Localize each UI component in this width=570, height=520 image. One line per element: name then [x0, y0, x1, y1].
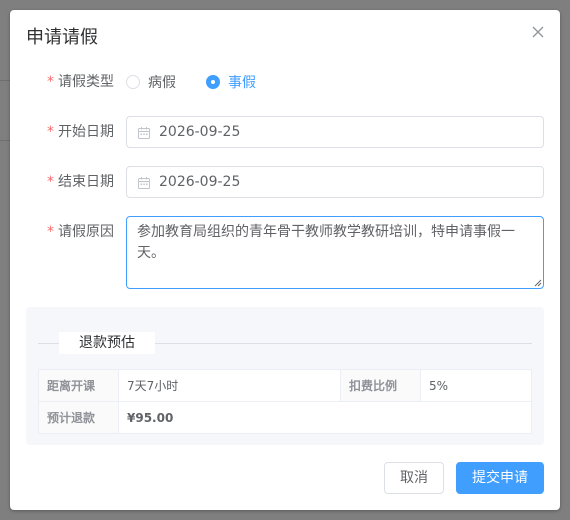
reason-row: * 请假原因 参加教育局组织的青年骨干教师教学教研培训，特申请事假一天。 [10, 216, 560, 289]
fee-rate-value: 5% [420, 369, 532, 402]
dialog-title: 申请请假 [26, 27, 98, 48]
refund-row-label: 扣费比例 [340, 369, 421, 402]
leave-type-row: * 请假类型 病假 事假 [10, 66, 560, 98]
reason-textarea[interactable]: 参加教育局组织的青年骨干教师教学教研培训，特申请事假一天。 [126, 216, 544, 289]
end-date-label: * 结束日期 [10, 166, 114, 198]
radio-sick-leave-label: 病假 [148, 75, 176, 91]
submit-button[interactable]: 提交申请 [456, 462, 544, 494]
leave-type-label-text: 请假类型 [58, 74, 114, 90]
background-divider [0, 140, 10, 141]
start-date-row: * 开始日期 2026-09-25 [10, 116, 560, 148]
reason-text: 参加教育局组织的青年骨干教师教学教研培训，特申请事假一天。 [137, 224, 515, 261]
start-date-picker[interactable]: 2026-09-25 [126, 116, 544, 148]
start-date-label-text: 开始日期 [58, 124, 114, 140]
estimated-refund-value: ¥95.00 [118, 401, 532, 434]
start-date-label: * 开始日期 [10, 116, 114, 148]
end-date-label-text: 结束日期 [58, 174, 114, 190]
radio-personal-leave[interactable]: 事假 [206, 72, 256, 92]
cancel-button[interactable]: 取消 [384, 462, 444, 494]
calendar-icon [137, 176, 151, 190]
leave-request-dialog: 申请请假 * 请假类型 病假 事假 * 开始日期 2026-09-25 * 结束… [10, 10, 560, 510]
end-date-picker[interactable]: 2026-09-25 [126, 166, 544, 198]
refund-table: 距离开课 7天7小时 扣费比例 5% 预计退款 ¥95.00 [38, 369, 532, 434]
radio-sick-leave[interactable]: 病假 [126, 72, 176, 92]
refund-row-label: 预计退款 [38, 401, 119, 434]
leave-type-label: * 请假类型 [10, 66, 114, 98]
radio-personal-leave-label: 事假 [228, 75, 256, 91]
required-mark: * [47, 74, 54, 90]
close-button[interactable] [530, 24, 546, 40]
required-mark: * [47, 124, 54, 140]
end-date-row: * 结束日期 2026-09-25 [10, 166, 560, 198]
end-date-value: 2026-09-25 [159, 174, 241, 190]
reason-label-text: 请假原因 [58, 224, 114, 240]
radio-circle [126, 75, 140, 89]
required-mark: * [47, 224, 54, 240]
refund-title: 退款预估 [59, 332, 155, 354]
reason-label: * 请假原因 [10, 216, 114, 248]
close-icon [532, 26, 544, 38]
time-to-class-value: 7天7小时 [118, 369, 341, 402]
required-mark: * [47, 174, 54, 190]
start-date-value: 2026-09-25 [159, 124, 241, 140]
table-row: 距离开课 7天7小时 扣费比例 5% [38, 369, 532, 402]
background-divider [0, 80, 10, 81]
refund-row-label: 距离开课 [38, 369, 119, 402]
leave-type-radio-group: 病假 事假 [126, 66, 286, 98]
table-row: 预计退款 ¥95.00 [38, 401, 532, 434]
refund-estimate-panel: 退款预估 距离开课 7天7小时 扣费比例 5% 预计退款 ¥95.00 [26, 307, 544, 445]
resize-handle-icon[interactable] [534, 279, 542, 287]
calendar-icon [137, 126, 151, 140]
dialog-header: 申请请假 [10, 10, 560, 66]
radio-circle-checked [206, 75, 220, 89]
